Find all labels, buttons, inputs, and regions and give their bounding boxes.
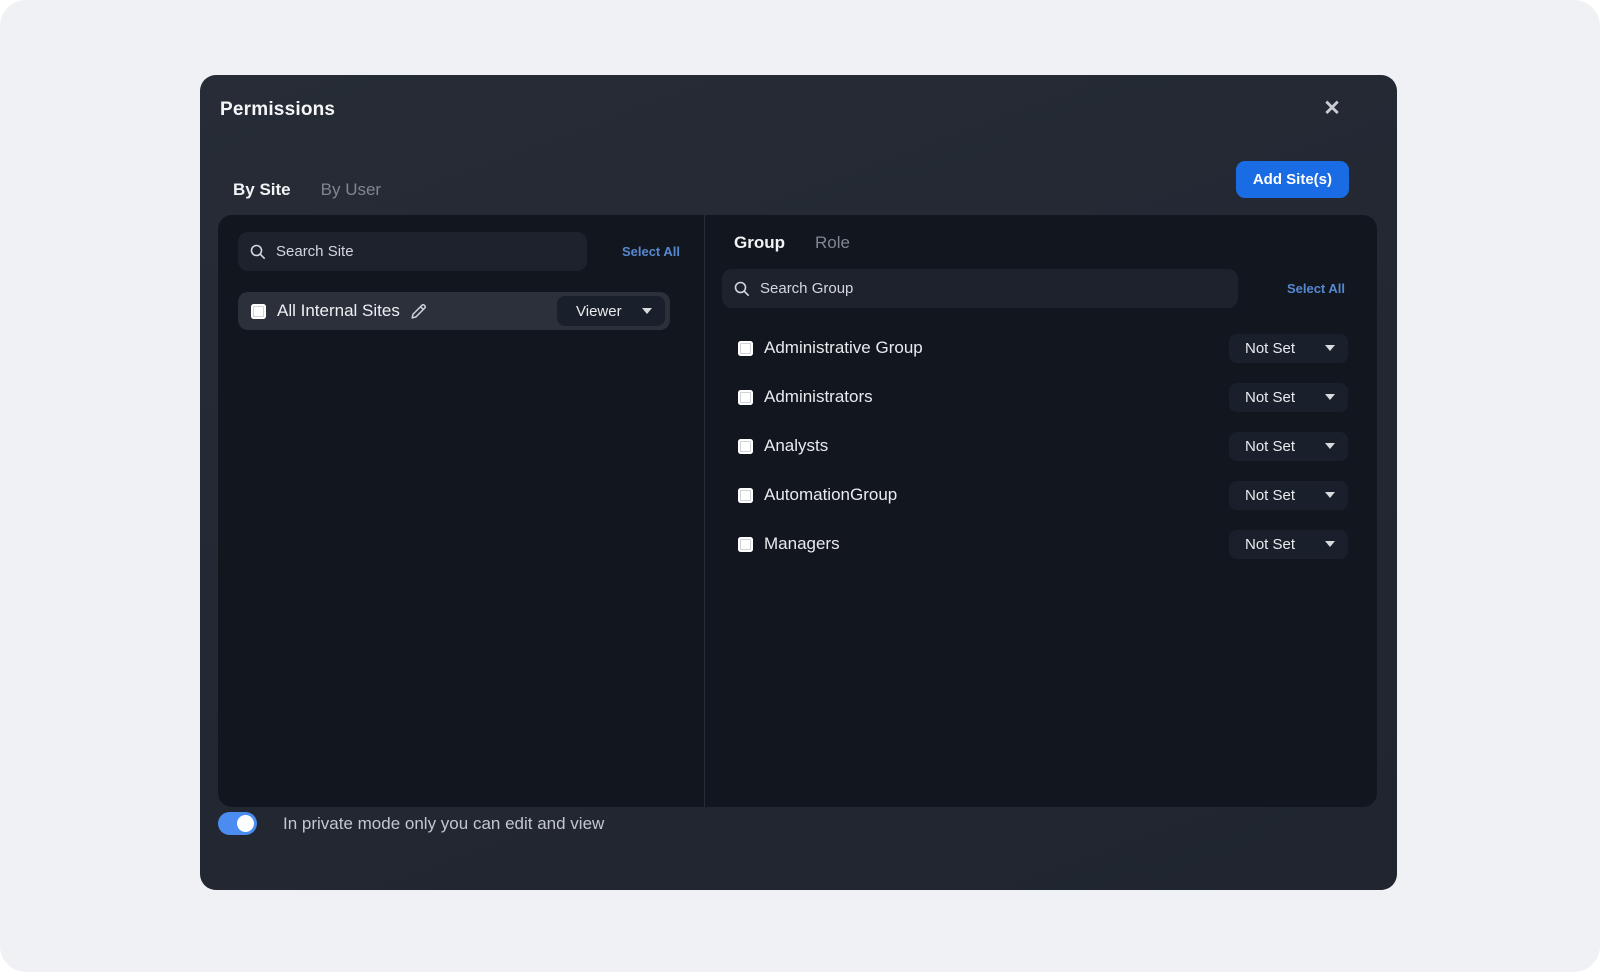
chevron-down-icon xyxy=(1325,541,1335,547)
group-role-dropdown[interactable]: Not Set xyxy=(1229,481,1348,510)
tab-by-user[interactable]: By User xyxy=(321,177,381,203)
page-background: Permissions ✕ By Site By User Add Site(s… xyxy=(0,0,1600,972)
private-mode-label: In private mode only you can edit and vi… xyxy=(283,814,604,834)
site-row: All Internal Sites Viewer xyxy=(238,292,670,330)
sites-column: Select All All Internal Sites Viewer xyxy=(218,215,704,807)
group-role-dropdown[interactable]: Not Set xyxy=(1229,530,1348,559)
dialog-title: Permissions xyxy=(220,99,335,121)
groups-column: Group Role Select All A xyxy=(705,215,1377,807)
group-name-label: Managers xyxy=(764,534,840,554)
group-role-value: Not Set xyxy=(1245,389,1295,406)
group-role-dropdown[interactable]: Not Set xyxy=(1229,383,1348,412)
site-role-dropdown[interactable]: Viewer xyxy=(557,296,665,326)
group-name-label: Analysts xyxy=(764,436,828,456)
add-sites-button[interactable]: Add Site(s) xyxy=(1236,161,1349,198)
edit-pencil-icon[interactable] xyxy=(409,302,428,321)
group-checkbox[interactable] xyxy=(738,537,753,552)
group-row: Analysts Not Set xyxy=(705,431,1377,461)
chevron-down-icon xyxy=(642,308,652,314)
group-checkbox[interactable] xyxy=(738,390,753,405)
group-list: Administrative Group Not Set Administrat… xyxy=(705,333,1377,578)
group-role-value: Not Set xyxy=(1245,438,1295,455)
footer: In private mode only you can edit and vi… xyxy=(218,812,604,835)
tab-group[interactable]: Group xyxy=(734,231,785,255)
chevron-down-icon xyxy=(1325,394,1335,400)
chevron-down-icon xyxy=(1325,443,1335,449)
group-checkbox[interactable] xyxy=(738,439,753,454)
private-mode-toggle[interactable] xyxy=(218,812,257,835)
permissions-panel: Select All All Internal Sites Viewer xyxy=(218,215,1377,807)
group-role-value: Not Set xyxy=(1245,487,1295,504)
toggle-knob xyxy=(237,815,254,832)
group-role-tabs: Group Role xyxy=(734,231,850,255)
close-icon[interactable]: ✕ xyxy=(1319,95,1345,121)
site-role-value: Viewer xyxy=(576,303,622,320)
group-row: Administrative Group Not Set xyxy=(705,333,1377,363)
site-search-box xyxy=(238,232,587,271)
group-name-label: Administrators xyxy=(764,387,873,407)
select-all-groups-link[interactable]: Select All xyxy=(1287,281,1345,296)
chevron-down-icon xyxy=(1325,492,1335,498)
group-search-box xyxy=(722,269,1238,308)
group-role-value: Not Set xyxy=(1245,340,1295,357)
tab-by-site[interactable]: By Site xyxy=(233,177,291,203)
group-row: Managers Not Set xyxy=(705,529,1377,559)
group-checkbox[interactable] xyxy=(738,488,753,503)
group-checkbox[interactable] xyxy=(738,341,753,356)
group-row: Administrators Not Set xyxy=(705,382,1377,412)
search-icon xyxy=(250,244,266,260)
chevron-down-icon xyxy=(1325,345,1335,351)
view-tabs: By Site By User xyxy=(233,177,381,203)
group-row: AutomationGroup Not Set xyxy=(705,480,1377,510)
group-role-value: Not Set xyxy=(1245,536,1295,553)
group-name-label: Administrative Group xyxy=(764,338,923,358)
search-icon xyxy=(734,281,750,297)
group-role-dropdown[interactable]: Not Set xyxy=(1229,432,1348,461)
group-role-dropdown[interactable]: Not Set xyxy=(1229,334,1348,363)
site-checkbox[interactable] xyxy=(251,304,266,319)
site-search-input[interactable] xyxy=(276,243,575,260)
select-all-sites-link[interactable]: Select All xyxy=(622,244,680,259)
group-search-input[interactable] xyxy=(760,280,1226,297)
tab-role[interactable]: Role xyxy=(815,231,850,255)
site-name-label: All Internal Sites xyxy=(277,301,400,321)
group-name-label: AutomationGroup xyxy=(764,485,897,505)
permissions-dialog: Permissions ✕ By Site By User Add Site(s… xyxy=(200,75,1397,890)
